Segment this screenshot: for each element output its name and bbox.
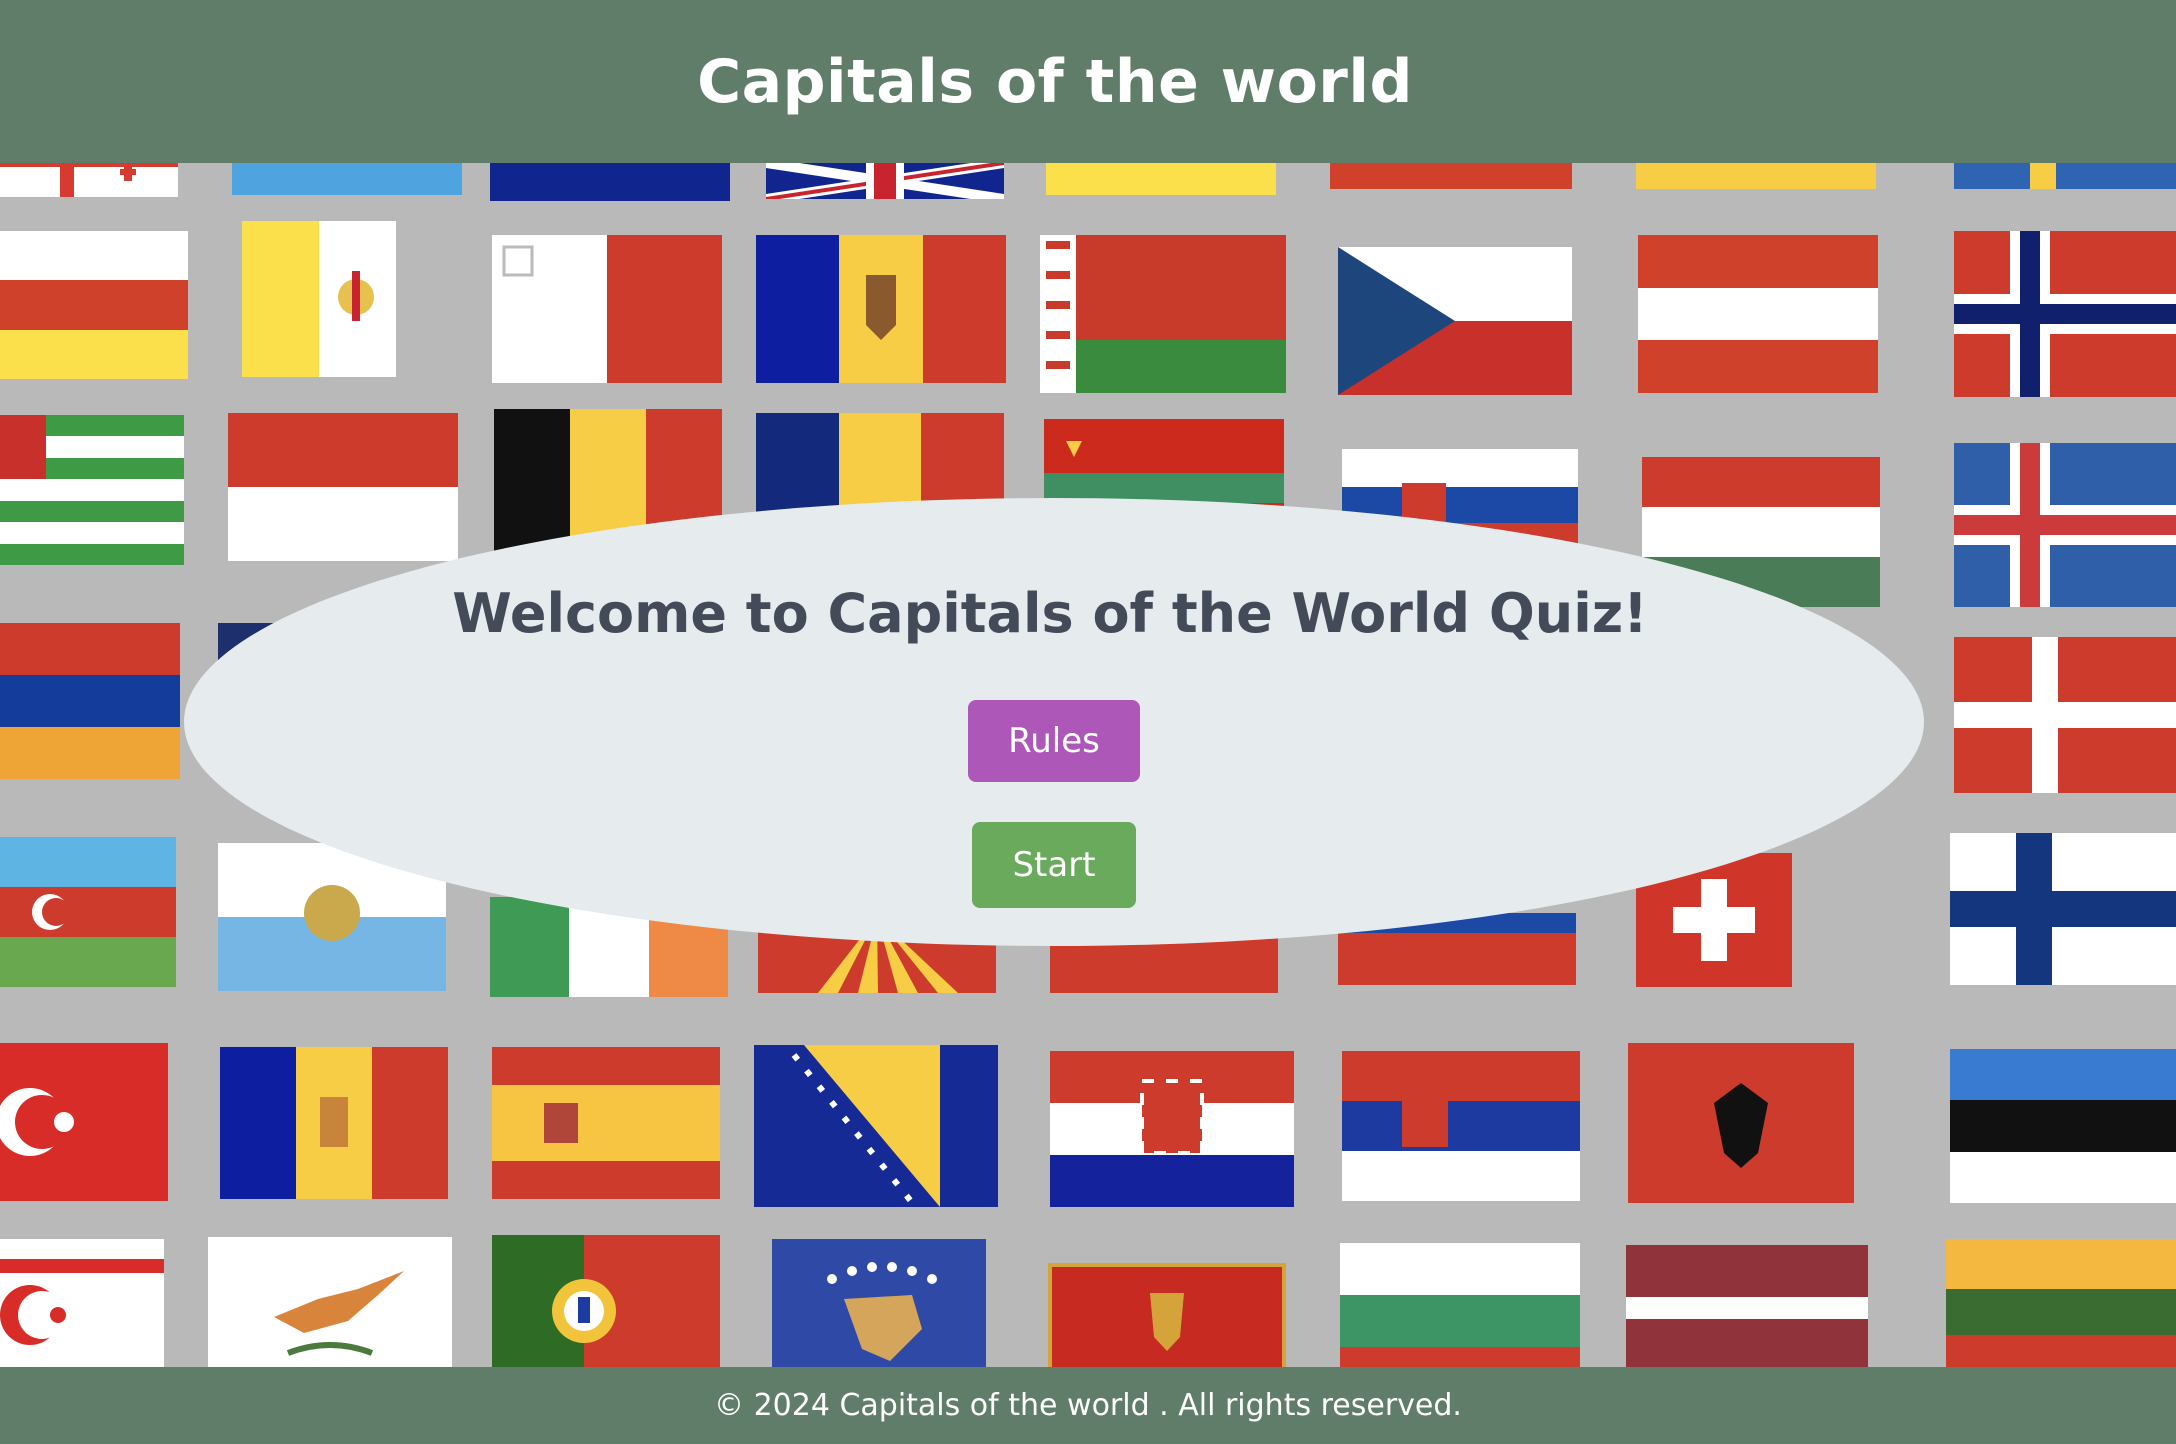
yellow-flag-strip — [1046, 163, 1276, 195]
northern-cyprus-flag — [0, 1239, 164, 1367]
andorra-flag — [220, 1047, 448, 1199]
portugal-flag — [492, 1235, 720, 1367]
estonia-flag — [1950, 1049, 2176, 1203]
cyprus-flag — [208, 1237, 452, 1367]
start-button[interactable]: Start — [972, 822, 1136, 908]
denmark-flag — [1954, 637, 2176, 793]
finland-flag — [1950, 833, 2176, 985]
blue-flag-strip — [490, 163, 730, 201]
latvia-flag — [1626, 1245, 1868, 1367]
norway-flag — [1954, 231, 2176, 397]
serbia-flag — [1342, 1051, 1580, 1201]
azerbaijan-flag — [0, 837, 176, 987]
czech-flag — [1338, 247, 1572, 395]
sweden-flag — [1954, 163, 2176, 189]
rules-button[interactable]: Rules — [968, 700, 1140, 782]
vatican-flag — [242, 221, 396, 377]
site-title: Capitals of the world — [697, 46, 1413, 117]
iceland-flag — [1954, 443, 2176, 607]
site-header: Capitals of the world — [0, 0, 2176, 163]
turkey-flag — [0, 1043, 168, 1201]
uk-flag — [766, 163, 1004, 199]
red-flag-strip — [1330, 163, 1572, 189]
monaco-flag — [228, 413, 458, 561]
footer-copyright: © 2024 Capitals of the world . All right… — [714, 1388, 1462, 1423]
georgia-flag — [0, 163, 178, 197]
moldova-flag — [756, 235, 1006, 383]
bulgaria-flag — [1340, 1243, 1580, 1367]
site-footer: © 2024 Capitals of the world . All right… — [0, 1367, 2176, 1444]
sky-flag-strip — [232, 163, 462, 195]
albania-flag — [1628, 1043, 1854, 1203]
abkhazia-flag — [0, 415, 184, 565]
south-ossetia-flag — [0, 231, 188, 379]
croatia-flag — [1050, 1051, 1294, 1207]
austria-flag — [1638, 235, 1878, 393]
armenia-flag — [0, 623, 180, 779]
montenegro-flag — [1048, 1263, 1286, 1367]
bosnia-flag — [754, 1045, 998, 1207]
ukraine-flag — [1636, 163, 1876, 189]
spain-flag — [492, 1047, 720, 1199]
belarus-flag — [1040, 235, 1286, 393]
welcome-heading: Welcome to Capitals of the World Quiz! — [452, 582, 1648, 645]
malta-flag — [492, 235, 722, 383]
lithuania-flag — [1946, 1239, 2176, 1367]
kosovo-flag — [772, 1239, 986, 1367]
